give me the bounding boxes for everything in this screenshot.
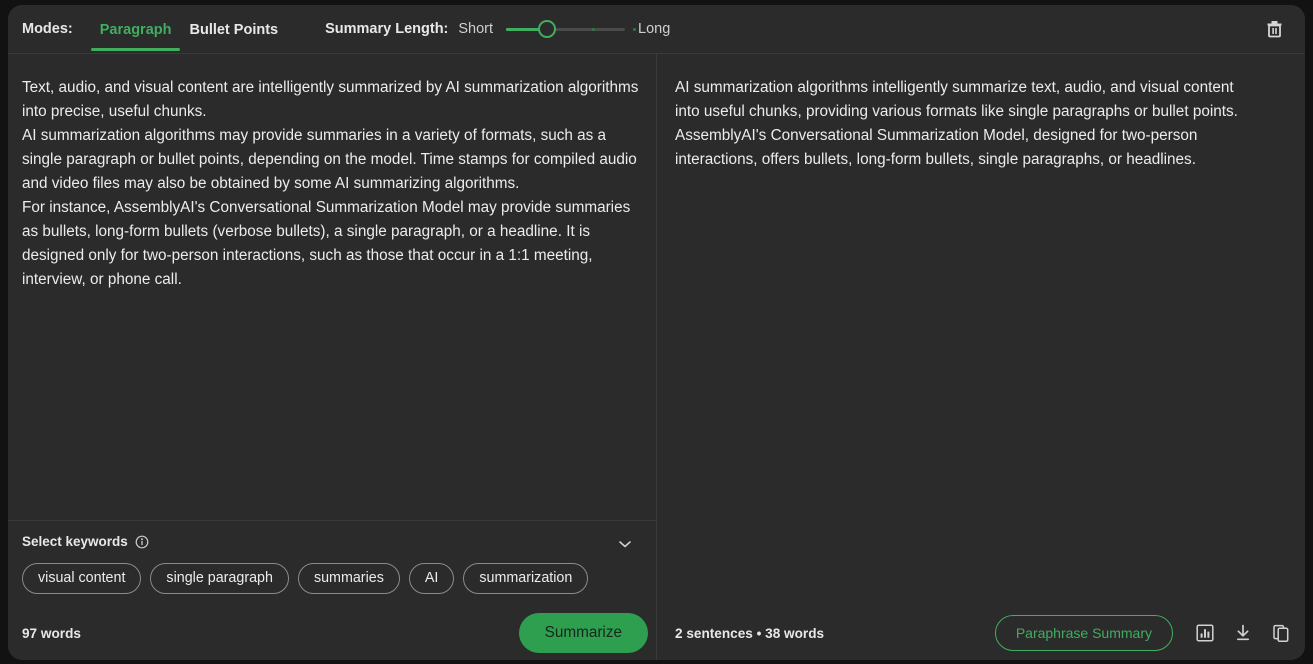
summary-pane: AI summarization algorithms intelligentl… [657,54,1305,660]
summary-stats: 2 sentences • 38 words [675,625,825,641]
download-icon[interactable] [1233,623,1253,643]
slider-min-label: Short [458,21,494,37]
slider-tick-2 [633,28,637,31]
keyword-chip[interactable]: visual content [22,563,142,594]
keywords-header: Select keywords [22,534,642,549]
keywords-list: visual content single paragraph summarie… [22,563,642,594]
summary-length-label: Summary Length: [325,21,449,37]
toolbar: Modes: Paragraph Bullet Points Summary L… [8,5,1305,54]
slider-fill [506,28,543,31]
tab-bullet-points-label: Bullet Points [189,21,279,38]
keyword-chip[interactable]: single paragraph [150,563,289,594]
input-text: Text, audio, and visual content are inte… [22,79,639,288]
input-footer: 97 words Summarize [8,606,656,660]
summary-text: AI summarization algorithms intelligentl… [675,79,1242,168]
keywords-section: Select keywords visual content single pa… [8,520,656,606]
tab-paragraph-label: Paragraph [99,21,172,38]
modes-label: Modes: [22,21,73,37]
chevron-down-icon[interactable] [618,536,632,554]
summary-length-slider[interactable] [506,19,637,39]
summary-footer: 2 sentences • 38 words Paraphrase Summar… [657,606,1305,660]
keywords-title: Select keywords [22,534,128,549]
input-editor[interactable]: Text, audio, and visual content are inte… [8,54,656,520]
paraphrase-summary-button[interactable]: Paraphrase Summary [994,615,1173,651]
keyword-chip[interactable]: summarization [463,563,589,594]
summarize-button[interactable]: Summarize [518,613,648,653]
delete-button[interactable] [1259,14,1289,44]
copy-icon[interactable] [1271,623,1291,643]
summary-output[interactable]: AI summarization algorithms intelligentl… [657,54,1305,606]
summary-actions [1195,623,1291,643]
slider-max-label: Long [638,21,671,37]
bar-chart-icon[interactable] [1195,623,1215,643]
summarizer-card: Modes: Paragraph Bullet Points Summary L… [8,5,1305,660]
input-pane: Text, audio, and visual content are inte… [8,54,657,660]
word-count: 97 words [22,625,81,641]
slider-knob[interactable] [538,20,557,38]
keyword-chip[interactable]: AI [408,563,455,594]
tab-bullet-points[interactable]: Bullet Points [180,8,287,51]
keyword-chip[interactable]: summaries [297,563,400,594]
trash-icon [1267,21,1281,38]
info-icon[interactable] [135,535,149,549]
tab-paragraph[interactable]: Paragraph [90,8,181,51]
body-split: Text, audio, and visual content are inte… [8,54,1305,660]
